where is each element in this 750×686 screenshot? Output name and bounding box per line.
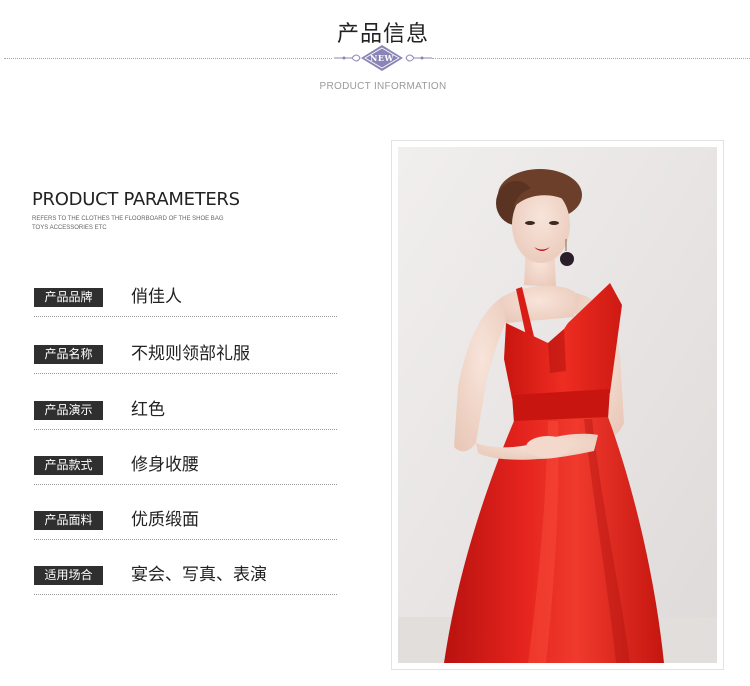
section-subtitle: PRODUCT INFORMATION <box>319 81 447 92</box>
model-illustration <box>398 147 717 663</box>
new-badge-label: NEW <box>370 53 394 63</box>
flourish-right-icon <box>405 54 432 62</box>
param-label: 适用场合 <box>34 566 103 585</box>
header-divider-left <box>4 58 332 59</box>
param-divider <box>34 373 337 374</box>
param-row-name: 产品名称 不规则领部礼服 <box>34 340 337 374</box>
param-value: 宴会、写真、表演 <box>131 565 267 585</box>
param-divider <box>34 594 337 595</box>
parameters-description: REFERS TO THE CLOTHES THE FLOORBOARD OF … <box>32 216 224 231</box>
param-divider <box>34 539 337 540</box>
param-value: 修身收腰 <box>131 455 199 475</box>
param-label: 产品面料 <box>34 511 103 530</box>
param-divider <box>34 429 337 430</box>
parameters-title: PRODUCT PARAMETERS <box>32 189 240 210</box>
param-value: 红色 <box>131 400 165 420</box>
param-value: 不规则领部礼服 <box>131 344 250 364</box>
param-value: 俏佳人 <box>131 287 182 307</box>
product-photo <box>398 147 717 663</box>
param-divider <box>34 316 337 317</box>
param-row-color: 产品演示 红色 <box>34 396 337 430</box>
param-divider <box>34 484 337 485</box>
param-label: 产品品牌 <box>34 288 103 307</box>
param-row-style: 产品款式 修身收腰 <box>34 451 337 485</box>
header-divider-right <box>432 58 750 59</box>
param-label: 产品演示 <box>34 401 103 420</box>
param-row-fabric: 产品面料 优质缎面 <box>34 506 337 540</box>
param-row-brand: 产品品牌 俏佳人 <box>34 283 337 317</box>
flourish-left-icon <box>334 54 361 62</box>
param-label: 产品款式 <box>34 456 103 475</box>
param-row-occasion: 适用场合 宴会、写真、表演 <box>34 561 337 595</box>
param-value: 优质缎面 <box>131 510 199 530</box>
param-label: 产品名称 <box>34 345 103 364</box>
